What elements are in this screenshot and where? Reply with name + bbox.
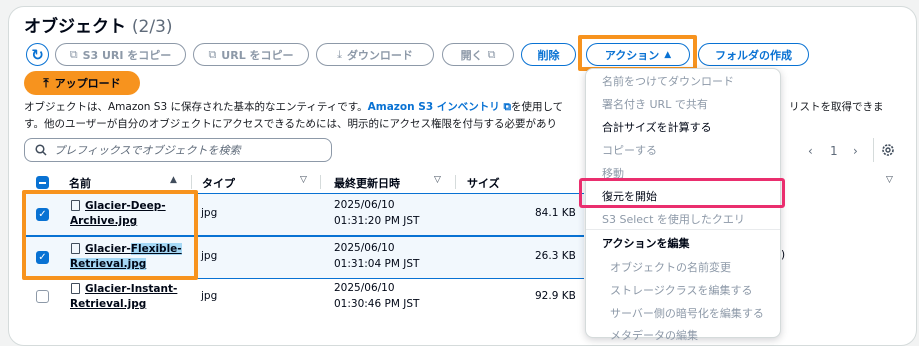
table-row[interactable]: Glacier-Instant- Retrieval.jpg jpg 2025/… [24,279,584,322]
object-date: 2025/06/10 [334,242,395,254]
object-date: 2025/06/10 [334,282,395,294]
menu-item-share-presigned-url[interactable]: 署名付き URL で共有 [602,96,708,112]
next-page-button[interactable]: › [853,144,858,158]
delete-button[interactable]: 削除 [521,43,576,66]
menu-item-edit-encryption[interactable]: サーバー側の暗号化を編集する [610,305,764,321]
download-icon: ⤓ [337,47,342,61]
menu-item-edit-metadata[interactable]: メタデータの編集 [610,327,698,343]
sort-asc-icon[interactable]: ▲ [170,175,177,185]
divider [873,138,874,162]
sort-icon[interactable]: ▽ [886,175,893,185]
menu-item-calculate-total-size[interactable]: 合計サイズを計算する [602,119,712,135]
refresh-icon: ↻ [31,45,44,64]
inventory-link[interactable]: Amazon S3 インベントリ ⧉ [368,101,511,113]
page-number[interactable]: 1 [830,144,838,158]
object-time: 01:31:04 PM JST [334,258,420,270]
upload-icon: ⤒ [43,75,49,90]
gear-icon[interactable] [878,140,898,160]
search-icon [35,144,47,156]
external-link-icon: ⧉ [503,101,511,113]
object-type: jpg [201,207,218,219]
restore-highlight-box [579,178,785,208]
prev-page-button[interactable]: ‹ [808,144,813,158]
column-size[interactable]: サイズ [467,175,500,191]
menu-item-edit-storage-class[interactable]: ストレージクラスを編集する [610,282,753,298]
file-icon [71,283,80,294]
menu-item-s3-select[interactable]: S3 Select を使用したクエリ [602,211,745,227]
selection-highlight-box [22,190,198,280]
create-folder-button[interactable]: フォルダの作成 [698,43,809,66]
object-type: jpg [201,250,218,262]
download-button[interactable]: ⤓ ダウンロード [316,43,434,66]
menu-group-edit-actions: アクションを編集 [602,237,690,250]
object-size: 84.1 KB [535,207,576,219]
object-size: 26.3 KB [535,250,576,262]
menu-divider [586,229,780,230]
object-date: 2025/06/10 [334,199,395,211]
refresh-button[interactable]: ↻ [26,43,49,66]
copy-icon: ⧉ [69,47,78,61]
external-link-icon: ⧉ [487,47,496,61]
row-checkbox[interactable] [36,290,49,303]
select-all-checkbox[interactable] [36,176,49,189]
actions-highlight-box [578,35,697,71]
menu-item-download-as[interactable]: 名前をつけてダウンロード [602,73,734,89]
object-time: 01:31:20 PM JST [334,215,420,227]
object-name-link[interactable]: Glacier-Instant- [85,282,177,297]
object-time: 01:30:46 PM JST [334,298,420,310]
title-text: オブジェクト [24,17,126,37]
object-type: jpg [201,290,218,302]
sort-icon[interactable]: ▽ [434,175,441,185]
copy-icon: ⧉ [208,47,217,61]
column-name[interactable]: 名前 [69,175,91,191]
description-line-1: オブジェクトは、Amazon S3 に保存された基本的なエンティティです。Ama… [24,101,564,113]
copy-url-button[interactable]: ⧉ URL をコピー [193,43,309,66]
object-name-link-2[interactable]: Retrieval.jpg [70,297,146,312]
object-size: 92.9 KB [535,290,576,302]
menu-item-copy[interactable]: コピーする [602,142,657,158]
open-button[interactable]: 開く ⧉ [442,43,514,66]
description-line-1-end: リストを取得できま [789,101,884,113]
page-title: オブジェクト (2/3) [24,12,173,37]
search-input[interactable]: プレフィックスでオブジェクトを検索 [24,138,332,162]
column-last-modified[interactable]: 最終更新日時 [334,175,400,191]
upload-button[interactable]: ⤒ アップロード [24,71,140,95]
column-type[interactable]: タイプ [202,175,235,191]
row-extra-text: ) [781,249,786,261]
copy-s3-uri-button[interactable]: ⧉ S3 URI をコピー [55,43,186,66]
sort-icon[interactable]: ▽ [300,175,307,185]
description-line-2: す。他のユーザーが自分のオブジェクトにアクセスできるためには、明示的にアクセス権… [24,118,557,130]
selection-count: (2/3) [131,17,173,37]
menu-item-rename-object[interactable]: オブジェクトの名前変更 [610,259,731,275]
